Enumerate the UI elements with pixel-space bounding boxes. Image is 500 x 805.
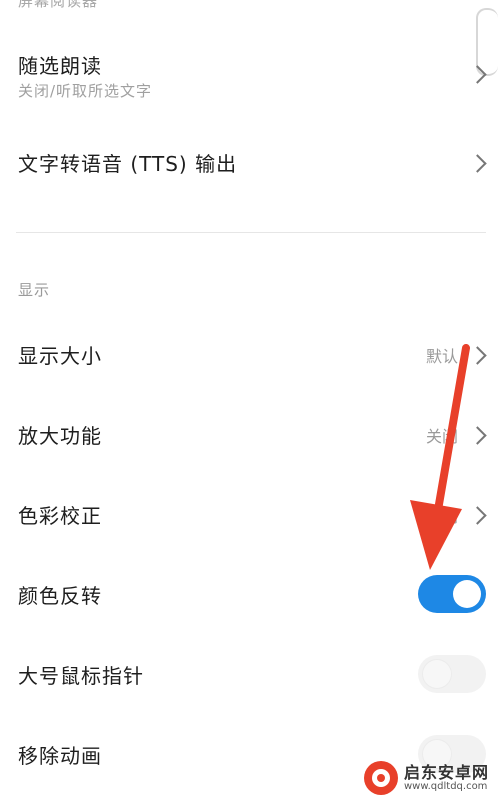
setting-title: 文字转语音 (TTS) 输出	[18, 152, 238, 176]
setting-title: 大号鼠标指针	[18, 664, 144, 688]
watermark-logo: 启东安卓网 www.qdltdq.com	[364, 757, 492, 799]
setting-color-inversion[interactable]: 颜色反转	[0, 558, 500, 630]
setting-color-correction[interactable]: 色彩校正 关闭	[0, 478, 500, 550]
setting-tts-output[interactable]: 文字转语音 (TTS) 输出	[0, 126, 500, 198]
watermark-logo-icon	[364, 761, 398, 795]
setting-title: 放大功能	[18, 424, 102, 448]
setting-value: 默认	[425, 347, 458, 366]
setting-title: 显示大小	[18, 344, 102, 368]
setting-title: 颜色反转	[18, 584, 102, 608]
setting-title: 色彩校正	[18, 504, 102, 528]
setting-value: 关闭	[425, 427, 458, 446]
section-header-display: 显示	[18, 281, 51, 299]
color-inversion-toggle[interactable]	[418, 575, 486, 613]
watermark-name: 启东安卓网	[404, 763, 490, 782]
chevron-right-icon	[468, 346, 487, 365]
chevron-right-icon	[468, 154, 487, 173]
large-pointer-toggle[interactable]	[418, 655, 486, 693]
setting-magnification[interactable]: 放大功能 关闭	[0, 398, 500, 470]
setting-title: 移除动画	[18, 744, 102, 768]
toggle-knob	[453, 580, 481, 608]
setting-select-to-speak[interactable]: 随选朗读 关闭/听取所选文字	[0, 28, 500, 116]
toggle-knob	[423, 660, 451, 688]
watermark-url: www.qdltdq.com	[404, 781, 488, 792]
setting-display-size[interactable]: 显示大小 默认	[0, 318, 500, 390]
chevron-right-icon	[468, 506, 487, 525]
chevron-right-icon	[468, 65, 487, 84]
section-header-screen-reader: 屏幕阅读器	[18, 0, 99, 10]
setting-value: 关闭	[425, 507, 458, 526]
setting-subtitle: 关闭/听取所选文字	[18, 82, 153, 100]
chevron-right-icon	[468, 426, 487, 445]
setting-large-pointer[interactable]: 大号鼠标指针	[0, 638, 500, 710]
section-divider	[16, 232, 486, 233]
setting-title: 随选朗读	[18, 54, 102, 78]
